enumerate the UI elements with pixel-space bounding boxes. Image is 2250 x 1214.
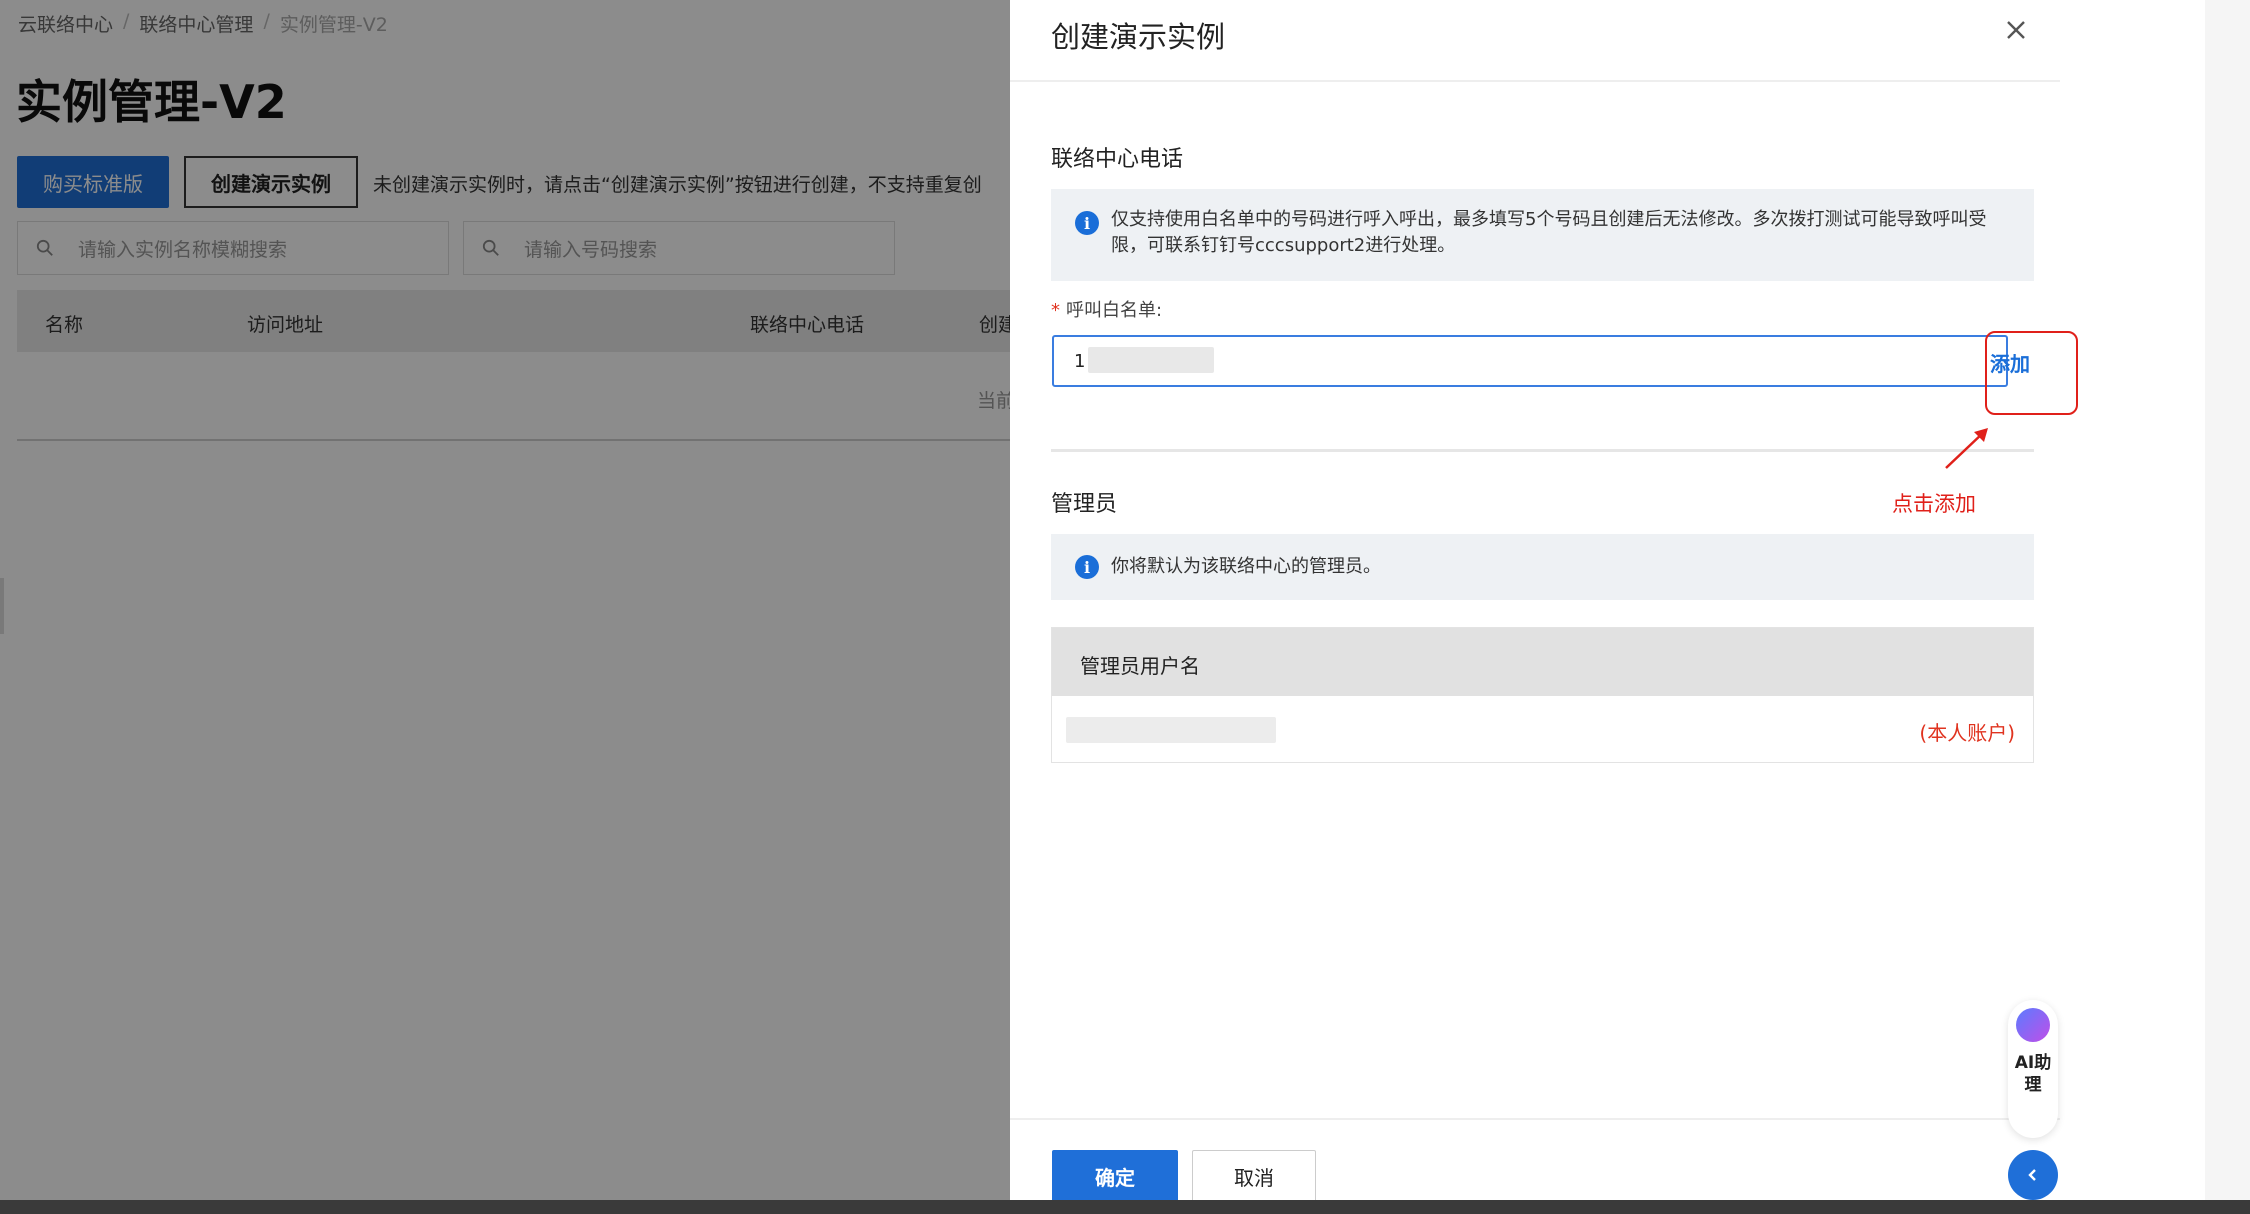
annotation-highlight-box — [1985, 331, 2078, 415]
admin-table: 管理员用户名 (本人账户) — [1051, 627, 2034, 763]
ai-logo-icon — [2016, 1008, 2050, 1042]
ai-assistant-widget[interactable]: AI助理 — [2008, 1000, 2058, 1138]
phone-info-alert: i 仅支持使用白名单中的号码进行呼入呼出，最多填写5个号码且创建后无法修改。多次… — [1051, 189, 2034, 281]
required-mark: * — [1051, 300, 1060, 321]
whitelist-label: * 呼叫白名单: — [1051, 296, 1162, 322]
drawer-header: 创建演示实例 — [1010, 0, 2060, 82]
masked-username — [1066, 717, 1276, 743]
close-icon[interactable] — [2002, 16, 2030, 44]
masked-phone-number — [1088, 347, 1214, 373]
admin-info-alert: i 你将默认为该联络中心的管理员。 — [1051, 534, 2034, 600]
info-icon: i — [1075, 211, 1099, 235]
phone-section-title: 联络中心电话 — [1051, 147, 1184, 172]
right-margin — [2205, 0, 2250, 1200]
section-divider — [1051, 449, 2034, 452]
ai-assistant-label: AI助理 — [2014, 1053, 2052, 1095]
admin-info-text: 你将默认为该联络中心的管理员。 — [1111, 556, 1381, 577]
modal-overlay[interactable] — [0, 0, 1010, 1200]
footer-divider — [1010, 1118, 2060, 1120]
whitelist-label-text: 呼叫白名单: — [1066, 300, 1163, 321]
admin-username-header: 管理员用户名 — [1080, 654, 1200, 678]
self-account-tag: (本人账户) — [1919, 721, 2015, 745]
annotation-text: 点击添加 — [1892, 492, 1976, 516]
annotation-arrow-icon — [1945, 428, 1988, 469]
drawer-title: 创建演示实例 — [1051, 20, 1226, 54]
info-icon: i — [1075, 555, 1099, 579]
cancel-button[interactable]: 取消 — [1192, 1150, 1316, 1202]
collapse-button[interactable] — [2008, 1150, 2058, 1200]
phone-info-text: 仅支持使用白名单中的号码进行呼入呼出，最多填写5个号码且创建后无法修改。多次拨打… — [1111, 209, 1987, 256]
taskbar — [0, 1200, 2250, 1214]
confirm-button[interactable]: 确定 — [1052, 1150, 1178, 1202]
admin-section-title: 管理员 — [1051, 492, 1118, 517]
chevron-left-icon — [2028, 1169, 2036, 1181]
admin-table-header: 管理员用户名 — [1052, 628, 2033, 696]
